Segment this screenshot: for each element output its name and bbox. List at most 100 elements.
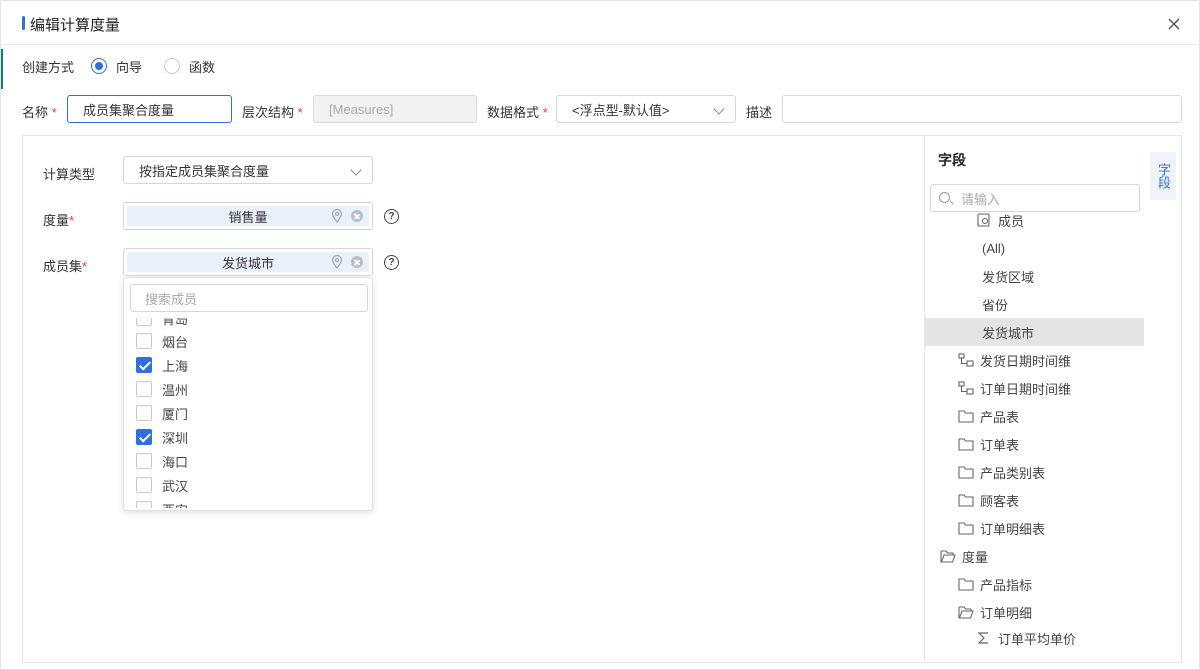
required-mark: *: [297, 105, 303, 120]
member-set-field[interactable]: 发货城市: [123, 248, 373, 276]
tree-item-label: (All): [982, 240, 1006, 256]
dialog-title: 编辑计算度量: [30, 17, 121, 34]
member-dropdown: 搜索成员 青岛 烟台 上海 温州 厦门 深圳 海口 武汉 西安: [123, 277, 373, 511]
create-method-label: 创建方式: [22, 59, 75, 75]
required-mark: *: [69, 213, 75, 228]
list-item[interactable]: 西安: [136, 497, 188, 508]
checkbox[interactable]: [136, 405, 152, 421]
radio-wizard[interactable]: 向导: [91, 57, 142, 76]
description-label: 描述: [746, 105, 773, 120]
list-item-label: 深圳: [162, 430, 189, 446]
checkbox[interactable]: [136, 381, 152, 397]
list-item[interactable]: 温州: [136, 377, 188, 401]
radio-wizard-circle[interactable]: [91, 58, 108, 74]
clear-icon[interactable]: [351, 210, 363, 222]
edit-calculated-measure-dialog: 编辑计算度量 创建方式 向导 函数 名称 * 成员集聚合度量 层次结构 * [M…: [0, 0, 1200, 670]
help-icon[interactable]: ?: [384, 255, 399, 270]
list-item[interactable]: 海口: [136, 449, 188, 473]
measure-tag-label: 销售量: [228, 209, 268, 225]
tree-item-selected[interactable]: 发货城市: [925, 318, 1144, 346]
checkbox[interactable]: [136, 453, 152, 469]
format-label-text: 数据格式: [487, 105, 540, 120]
checkbox[interactable]: [136, 501, 152, 508]
list-item[interactable]: 厦门: [136, 401, 188, 425]
fields-title: 字段: [938, 152, 966, 168]
tree-item[interactable]: 度量: [925, 542, 1144, 570]
tree-item[interactable]: 发货日期时间维: [925, 346, 1144, 374]
checkbox[interactable]: [136, 333, 152, 349]
create-method-row: 创建方式 向导 函数: [22, 56, 215, 76]
tree-item-label: 订单明细: [980, 605, 1033, 621]
folder-icon: [958, 578, 974, 591]
title-accent-bar: [22, 16, 25, 30]
member-set-label-text: 成员集: [43, 259, 83, 274]
hierarchy-label: 层次结构 *: [242, 102, 303, 121]
format-select[interactable]: <浮点型-默认值>: [556, 95, 736, 123]
tree-item[interactable]: 产品表: [925, 402, 1144, 430]
folder-icon: [958, 494, 974, 507]
tree-item[interactable]: 成员: [925, 212, 1144, 234]
chevron-down-icon: [713, 103, 725, 115]
radio-wizard-label: 向导: [116, 59, 143, 75]
list-item-label: 烟台: [162, 334, 189, 350]
fields-side-tab[interactable]: 字段: [1150, 152, 1176, 200]
measure-field[interactable]: 销售量: [123, 202, 373, 230]
checkbox-checked[interactable]: [136, 357, 152, 373]
required-mark: *: [51, 105, 57, 120]
tree-item[interactable]: (All): [925, 234, 1144, 262]
checkbox[interactable]: [136, 477, 152, 493]
location-pin-icon[interactable]: [331, 209, 343, 223]
list-item[interactable]: 上海: [136, 353, 188, 377]
close-icon[interactable]: [1165, 15, 1183, 33]
list-item-label: 厦门: [162, 406, 189, 422]
tree-item-label: 订单明细表: [980, 521, 1046, 537]
list-item[interactable]: 武汉: [136, 473, 188, 497]
tree-item[interactable]: 订单明细表: [925, 514, 1144, 542]
sigma-icon: [977, 632, 988, 644]
tree-item-label: 产品指标: [980, 577, 1033, 593]
folder-icon: [958, 438, 974, 451]
tree-item[interactable]: 产品类别表: [925, 458, 1144, 486]
list-item-label: 武汉: [162, 478, 189, 494]
tree-item[interactable]: 订单表: [925, 430, 1144, 458]
folder-icon: [958, 410, 974, 423]
list-item[interactable]: 深圳: [136, 425, 188, 449]
member-set-label: 成员集*: [43, 256, 87, 275]
member-list[interactable]: 青岛 烟台 上海 温州 厦门 深圳 海口 武汉 西安: [124, 318, 372, 508]
clear-icon[interactable]: [351, 256, 363, 268]
tree-item-label: 发货区域: [982, 269, 1035, 285]
location-pin-icon[interactable]: [331, 255, 343, 269]
help-icon[interactable]: ?: [384, 209, 399, 224]
name-input[interactable]: 成员集聚合度量: [67, 95, 232, 123]
dialog-header: 编辑计算度量: [1, 1, 1200, 45]
fields-search-input[interactable]: 请输入: [930, 184, 1140, 212]
checkbox[interactable]: [136, 318, 152, 326]
calc-type-select[interactable]: 按指定成员集聚合度量: [123, 156, 373, 184]
format-select-value: <浮点型-默认值>: [572, 102, 670, 118]
tree-item[interactable]: 订单平均单价: [925, 624, 1144, 652]
tree-item[interactable]: 订单明细: [925, 598, 1144, 626]
list-item-label: 青岛: [162, 318, 189, 327]
tree-item[interactable]: 产品指标: [925, 570, 1144, 598]
tree-item[interactable]: 发货区域: [925, 262, 1144, 290]
field-tree[interactable]: 成员 (All) 发货区域 省份 发货城市 发货日期时间维 订单日期时间维 产品…: [925, 212, 1144, 662]
tree-item[interactable]: 顾客表: [925, 486, 1144, 514]
folder-open-icon: [940, 550, 956, 563]
description-input[interactable]: [782, 95, 1182, 123]
radio-function-circle[interactable]: [164, 58, 181, 74]
list-item[interactable]: 烟台: [136, 329, 188, 353]
calc-type-label: 计算类型: [43, 167, 96, 182]
tree-item[interactable]: 订单日期时间维: [925, 374, 1144, 402]
name-label: 名称 *: [22, 102, 57, 121]
list-item-label: 西安: [162, 500, 188, 509]
tree-item[interactable]: 省份: [925, 290, 1144, 318]
hierarchy-icon: [958, 381, 974, 395]
fields-side-tab-label: 字段: [1156, 163, 1171, 189]
tree-item-label: 发货日期时间维: [980, 353, 1072, 369]
radio-function[interactable]: 函数: [164, 57, 215, 76]
folder-icon: [958, 522, 974, 535]
member-search-input[interactable]: 搜索成员: [130, 284, 368, 312]
tree-item-label: 成员: [998, 213, 1025, 229]
format-label: 数据格式 *: [487, 102, 548, 121]
checkbox-checked[interactable]: [136, 429, 152, 445]
